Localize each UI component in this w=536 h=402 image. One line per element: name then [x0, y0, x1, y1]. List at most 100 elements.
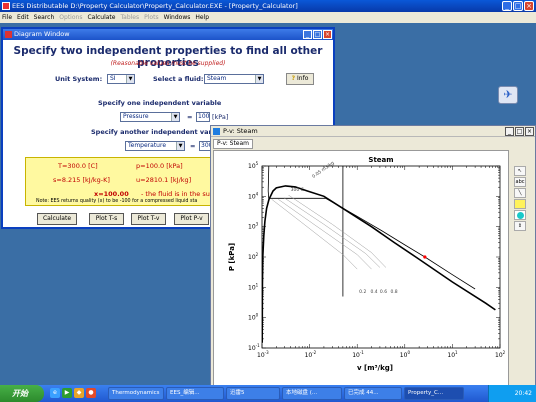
x-tick-label: 101 — [447, 350, 458, 359]
diagram-window-title-bar[interactable]: Diagram Window _ □ × — [3, 29, 333, 40]
var1-unit: [kPa] — [212, 113, 229, 121]
taskbar-item[interactable]: Thermodynamics — [108, 387, 164, 400]
chevron-down-icon: ▼ — [171, 113, 179, 121]
menu-search[interactable]: Search — [34, 12, 55, 23]
y-tick-label: 105 — [248, 161, 259, 170]
unit-system-value: SI — [110, 75, 116, 82]
chart-annotation: 300 C — [291, 187, 304, 193]
y-tick-label: 10-1 — [248, 343, 260, 352]
rectangle-tool-icon[interactable] — [514, 199, 526, 209]
chart-annotation: 0.8 — [390, 289, 397, 295]
desktop-icon[interactable]: ◆ — [74, 388, 84, 398]
var1-input[interactable]: 100 — [196, 112, 210, 122]
tab-pv-steam[interactable]: P-v: Steam — [213, 139, 254, 149]
taskbar: 开始 e ▶ ◆ ● Thermodynamics EES_编辑... 迅雷5 本地磁… — [0, 385, 536, 402]
app-icon — [2, 2, 10, 10]
equals-sign: = — [187, 113, 193, 121]
x-tick-label: 102 — [495, 350, 506, 359]
start-button[interactable]: 开始 — [0, 385, 44, 402]
chevron-down-icon: ▼ — [255, 75, 263, 83]
unit-system-select[interactable]: SI ▼ — [107, 74, 135, 84]
ie-icon[interactable]: e — [50, 388, 60, 398]
y-tick-label: 101 — [248, 282, 259, 291]
menu-calculate[interactable]: Calculate — [87, 12, 115, 23]
system-tray: 20:42 — [488, 385, 536, 402]
var2-label: Specify another independent var — [91, 128, 212, 136]
align-tool-icon[interactable]: ⇕ — [514, 221, 526, 231]
chart-title: Steam — [368, 156, 393, 164]
taskbar-item[interactable]: EES_编辑... — [166, 387, 224, 400]
arrow-tool-icon[interactable]: ↖ — [514, 166, 526, 176]
y-tick-label: 103 — [248, 222, 259, 231]
diagram-window-title: Diagram Window — [14, 30, 70, 38]
media-icon[interactable]: ▶ — [62, 388, 72, 398]
pv-window-title-bar[interactable]: P-v: Steam _ □ × — [211, 126, 535, 137]
var1-label: Specify one independent variable — [98, 99, 222, 107]
var1-name: Pressure — [123, 113, 149, 120]
result-note: Note: EES returns quality (x) to be -100… — [36, 199, 198, 204]
x-tick-label: 10-3 — [257, 350, 269, 359]
y-axis-label: P [kPa] — [228, 243, 236, 271]
plot-ts-button[interactable]: Plot T-s — [89, 213, 124, 225]
menu-edit[interactable]: Edit — [17, 12, 29, 23]
pv-window-title: P-v: Steam — [223, 127, 258, 135]
info-button-label: Info — [297, 75, 309, 82]
taskbar-item[interactable]: 本地磁盘 (... — [282, 387, 342, 400]
var2-name: Temperature — [128, 142, 167, 149]
chart-annotation: 0.6 — [380, 289, 387, 295]
line-tool-icon[interactable]: ╲ — [514, 188, 526, 198]
fluid-select[interactable]: Steam ▼ — [204, 74, 264, 84]
fluid-value: Steam — [207, 75, 227, 82]
plot-toolbar: ↖ abc ╲ ⇕ — [514, 166, 528, 232]
var2-select[interactable]: Temperature ▼ — [125, 141, 185, 151]
menu-bar: File Edit Search Options Calculate Tables Plot… — [0, 12, 536, 23]
minimize-icon[interactable]: _ — [502, 1, 512, 11]
diagram-subheading: (Reasonable values must be supplied) — [110, 60, 226, 67]
result-quality: x=100.00 — [94, 190, 129, 198]
taskbar-item[interactable]: 迅雷5 — [226, 387, 280, 400]
maximize-icon[interactable]: □ — [313, 30, 322, 39]
result-internal-energy: u=2810.1 [kJ/kg] — [136, 176, 192, 184]
minimize-icon[interactable]: _ — [303, 30, 312, 39]
x-axis-label: v [m³/kg] — [357, 364, 393, 372]
app-title-bar[interactable]: EES Distributable D:\Property Calculator… — [0, 0, 536, 12]
var1-select[interactable]: Pressure ▼ — [120, 112, 180, 122]
result-entropy: s=8.215 [kJ/kg-K] — [53, 176, 110, 184]
menu-plots[interactable]: Plots — [144, 12, 158, 23]
close-icon[interactable]: × — [525, 127, 534, 136]
ellipse-tool-icon[interactable] — [514, 210, 526, 220]
menu-options[interactable]: Options — [59, 12, 82, 23]
equals-sign: = — [190, 142, 196, 150]
taskbar-item[interactable]: 已完成 44... — [344, 387, 402, 400]
plot-tv-button[interactable]: Plot T-v — [131, 213, 166, 225]
app-shortcut-icon[interactable]: ● — [86, 388, 96, 398]
x-tick-label: 10-1 — [352, 350, 364, 359]
text-tool-icon[interactable]: abc — [514, 177, 526, 187]
menu-tables[interactable]: Tables — [120, 12, 139, 23]
taskbar-item[interactable]: Property_C... — [404, 387, 464, 400]
y-tick-label: 102 — [248, 252, 259, 261]
result-pressure: p=100.0 [kPa] — [136, 162, 183, 170]
menu-file[interactable]: File — [2, 12, 12, 23]
bird-icon[interactable]: ✈ — [498, 86, 518, 104]
plot-frame — [261, 165, 501, 349]
info-button[interactable]: ? Info — [286, 73, 314, 85]
app-title: EES Distributable D:\Property Calculator… — [12, 2, 298, 10]
maximize-icon[interactable]: □ — [513, 1, 523, 11]
plot-pv-button[interactable]: Plot P-v — [174, 213, 209, 225]
calculate-button[interactable]: Calculate — [37, 213, 77, 225]
maximize-icon[interactable]: □ — [515, 127, 524, 136]
menu-help[interactable]: Help — [195, 12, 209, 23]
window-icon — [213, 128, 220, 135]
menu-windows[interactable]: Windows — [164, 12, 191, 23]
close-icon[interactable]: × — [323, 30, 332, 39]
clock: 20:42 — [514, 390, 532, 397]
pv-chart: 10-3 10-2 10-1 100 101 102 10-1 100 101 102 103 104… — [228, 156, 506, 372]
pv-plot-window: P-v: Steam _ □ × P-v: Steam 10-3 10-2 10-1… — [210, 125, 536, 387]
unit-system-label: Unit System: — [55, 75, 103, 83]
close-icon[interactable]: × — [524, 1, 534, 11]
y-tick-label: 104 — [248, 191, 259, 200]
minimize-icon[interactable]: _ — [505, 127, 514, 136]
chart-annotation: 0.2 — [359, 289, 366, 295]
question-icon: ? — [291, 75, 296, 82]
